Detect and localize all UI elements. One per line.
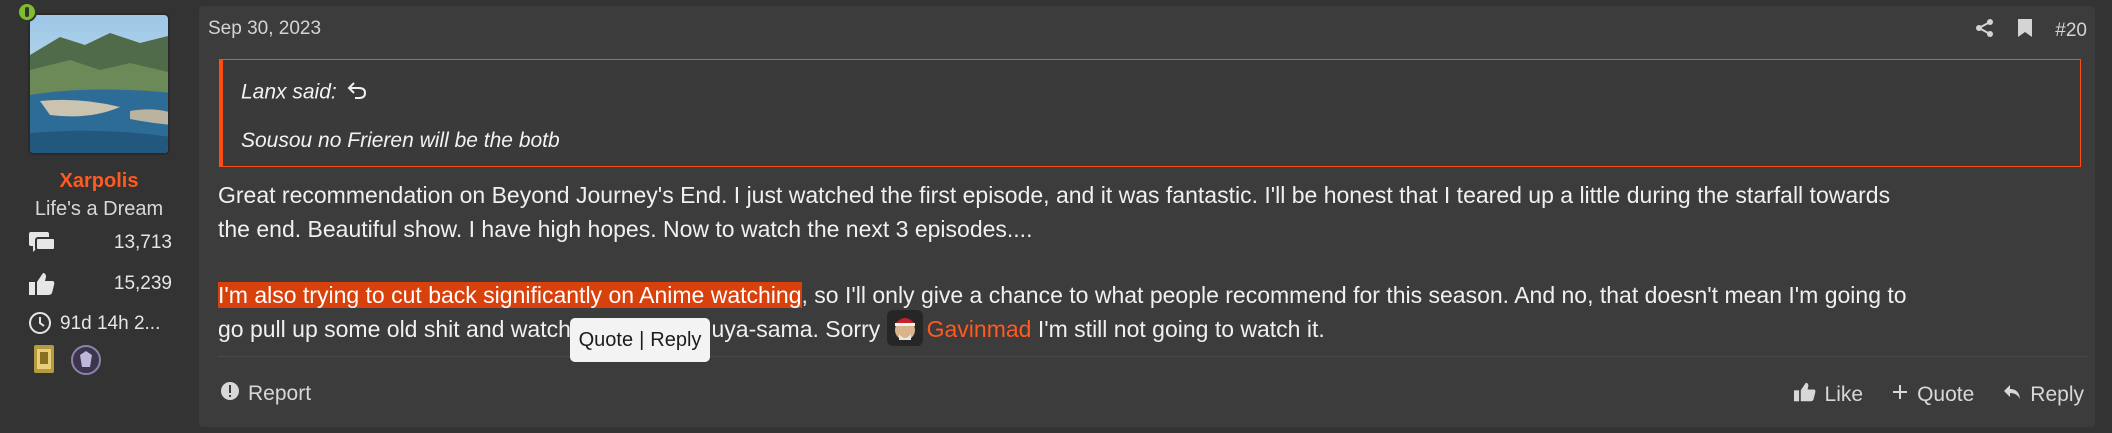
reply-button[interactable]: Reply	[2002, 382, 2084, 408]
mention-avatar[interactable]	[886, 309, 923, 346]
post-footer-actions: Like Quote Reply	[1793, 381, 2084, 409]
user-sidebar: Xarpolis Life's a Dream 13,713 15,239 91…	[0, 0, 198, 433]
post-date[interactable]: Sep 30, 2023	[208, 18, 321, 40]
bookmark-icon[interactable]	[2017, 18, 2033, 44]
tooltip-quote[interactable]: Quote	[579, 329, 633, 352]
online-status-icon	[17, 2, 37, 22]
reply-arrow-icon[interactable]	[347, 80, 367, 106]
post-panel: Sep 30, 2023 #20 Lanx said: Sousou no Fr…	[199, 6, 2095, 427]
quote-button[interactable]: Quote	[1891, 383, 1974, 407]
post-number[interactable]: #20	[2055, 20, 2087, 42]
report-label: Report	[248, 382, 312, 405]
trophy-icon[interactable]	[30, 343, 58, 377]
selection-tooltip: Quote | Reply	[570, 318, 710, 362]
paragraph-1-line-1: Great recommendation on Beyond Journey's…	[218, 182, 1891, 208]
post-paragraph-2: I'm also trying to cut back significantl…	[218, 278, 2088, 349]
post-top-actions: #20	[1975, 18, 2087, 44]
like-label: Like	[1824, 383, 1864, 406]
quote-text: Sousou no Frieren will be the botb	[241, 129, 560, 152]
paragraph-2-line-2-end: I'm still not going to watch it.	[1031, 316, 1325, 342]
reply-arrow-icon	[2002, 382, 2022, 408]
report-button[interactable]: Report	[220, 381, 311, 407]
paragraph-2-rest: , so I'll only give a chance to what peo…	[801, 282, 1907, 308]
time-stat: 91d 14h 2...	[28, 311, 172, 339]
time-value: 91d 14h 2...	[60, 313, 161, 334]
footer-divider	[218, 356, 2088, 357]
user-mention[interactable]: Gavinmad	[927, 316, 1032, 342]
clock-icon	[28, 311, 52, 341]
avatar[interactable]	[28, 13, 170, 155]
like-button[interactable]: Like	[1793, 381, 1864, 409]
reactions-stat: 15,239	[28, 271, 172, 299]
thumbs-up-icon	[1793, 381, 1817, 409]
tooltip-separator: |	[639, 328, 645, 351]
thumbs-up-icon	[28, 271, 56, 303]
quote-author[interactable]: Lanx said:	[241, 81, 337, 104]
paragraph-1-line-2: the end. Beautiful show. I have high hop…	[218, 216, 1033, 242]
share-icon[interactable]	[1975, 18, 1995, 44]
reactions-count: 15,239	[113, 273, 172, 294]
quote-attribution[interactable]: Lanx said:	[241, 80, 367, 106]
badge-icon[interactable]	[70, 343, 101, 377]
avatar-image	[30, 15, 168, 153]
messages-count: 13,713	[113, 232, 172, 253]
paragraph-2-line-2-start: go pull up some old shit and watch that.…	[218, 316, 887, 342]
user-title: Life's a Dream	[34, 198, 164, 220]
username[interactable]: Xarpolis	[0, 170, 198, 193]
messages-stat: 13,713	[28, 230, 172, 258]
selected-text[interactable]: I'm also trying to cut back significantl…	[218, 282, 802, 308]
plus-icon	[1891, 383, 1909, 407]
tooltip-reply[interactable]: Reply	[650, 329, 701, 352]
alert-icon	[220, 381, 240, 407]
post-paragraph-1: Great recommendation on Beyond Journey's…	[218, 178, 2088, 246]
reply-label: Reply	[2030, 383, 2084, 406]
quote-label: Quote	[1917, 383, 1975, 406]
messages-icon	[28, 230, 56, 262]
quote-block: Lanx said: Sousou no Frieren will be the…	[219, 59, 2081, 167]
